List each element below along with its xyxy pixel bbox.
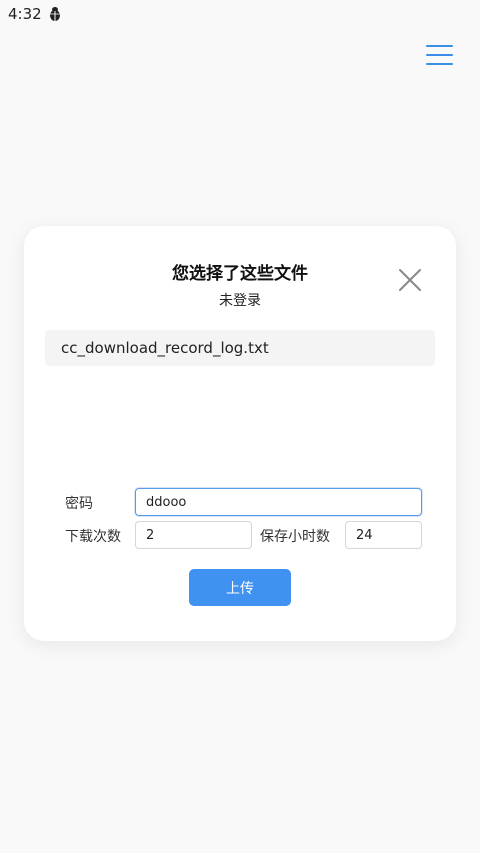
file-upload-dialog: 您选择了这些文件 未登录 cc_download_record_log.txt … — [24, 226, 456, 641]
status-time: 4:32 — [8, 5, 42, 23]
download-count-label: 下载次数 — [65, 529, 121, 545]
login-status: 未登录 — [219, 293, 261, 309]
selected-file-list: cc_download_record_log.txt — [45, 330, 435, 366]
password-input[interactable]: ddooo — [135, 488, 422, 516]
close-icon — [399, 269, 421, 291]
menu-button[interactable] — [426, 45, 453, 67]
hamburger-menu-icon — [426, 45, 453, 47]
dialog-title: 您选择了这些文件 — [172, 264, 308, 284]
upload-button[interactable]: 上传 — [189, 569, 291, 606]
password-label: 密码 — [65, 496, 93, 512]
status-bar: 4:32 — [0, 0, 480, 28]
file-list-item: cc_download_record_log.txt — [45, 330, 435, 366]
keep-hours-input[interactable]: 24 — [345, 521, 422, 549]
bug-icon — [48, 6, 62, 22]
close-button[interactable] — [398, 268, 422, 292]
keep-hours-label: 保存小时数 — [260, 529, 330, 545]
download-count-input[interactable]: 2 — [135, 521, 252, 549]
